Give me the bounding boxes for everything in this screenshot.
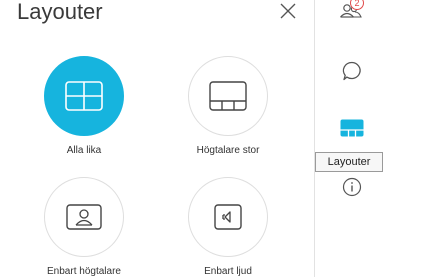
layout-tooltip: Layouter <box>315 152 383 172</box>
layout-option-circle <box>44 56 124 136</box>
info-icon <box>342 177 362 197</box>
layout-option-speaker-only[interactable]: Enbart högtalare <box>24 177 144 278</box>
audio-only-icon <box>214 204 242 230</box>
layout-option-all-equal[interactable]: Alla lika <box>24 56 144 157</box>
layouts-panel: Layouter Alla lika Högtalare stor Enbart… <box>0 0 314 277</box>
speaker-only-icon <box>66 204 102 230</box>
layout-option-label: Högtalare stor <box>196 145 260 156</box>
layout-icon <box>340 119 364 137</box>
chat-icon <box>342 61 361 81</box>
participants-button[interactable]: 2 <box>338 0 366 20</box>
info-button[interactable] <box>342 177 362 197</box>
layout-option-circle <box>44 177 124 257</box>
close-icon <box>280 3 296 19</box>
sidebar-divider <box>314 0 315 277</box>
close-button[interactable] <box>276 0 300 22</box>
layout-option-audio-only[interactable]: Enbart ljud <box>168 177 288 278</box>
chat-button[interactable] <box>341 60 363 82</box>
panel-title: Layouter <box>17 0 103 24</box>
grid-layout-icon <box>65 81 103 111</box>
layout-option-circle <box>188 56 268 136</box>
layout-button[interactable] <box>340 119 364 137</box>
layout-option-circle <box>188 177 268 257</box>
layout-option-label: Alla lika <box>66 145 102 156</box>
layout-option-label: Enbart ljud <box>204 266 252 277</box>
layout-option-speaker-large[interactable]: Högtalare stor <box>168 56 288 157</box>
layout-option-label: Enbart högtalare <box>47 266 121 277</box>
speaker-large-layout-icon <box>209 81 247 111</box>
